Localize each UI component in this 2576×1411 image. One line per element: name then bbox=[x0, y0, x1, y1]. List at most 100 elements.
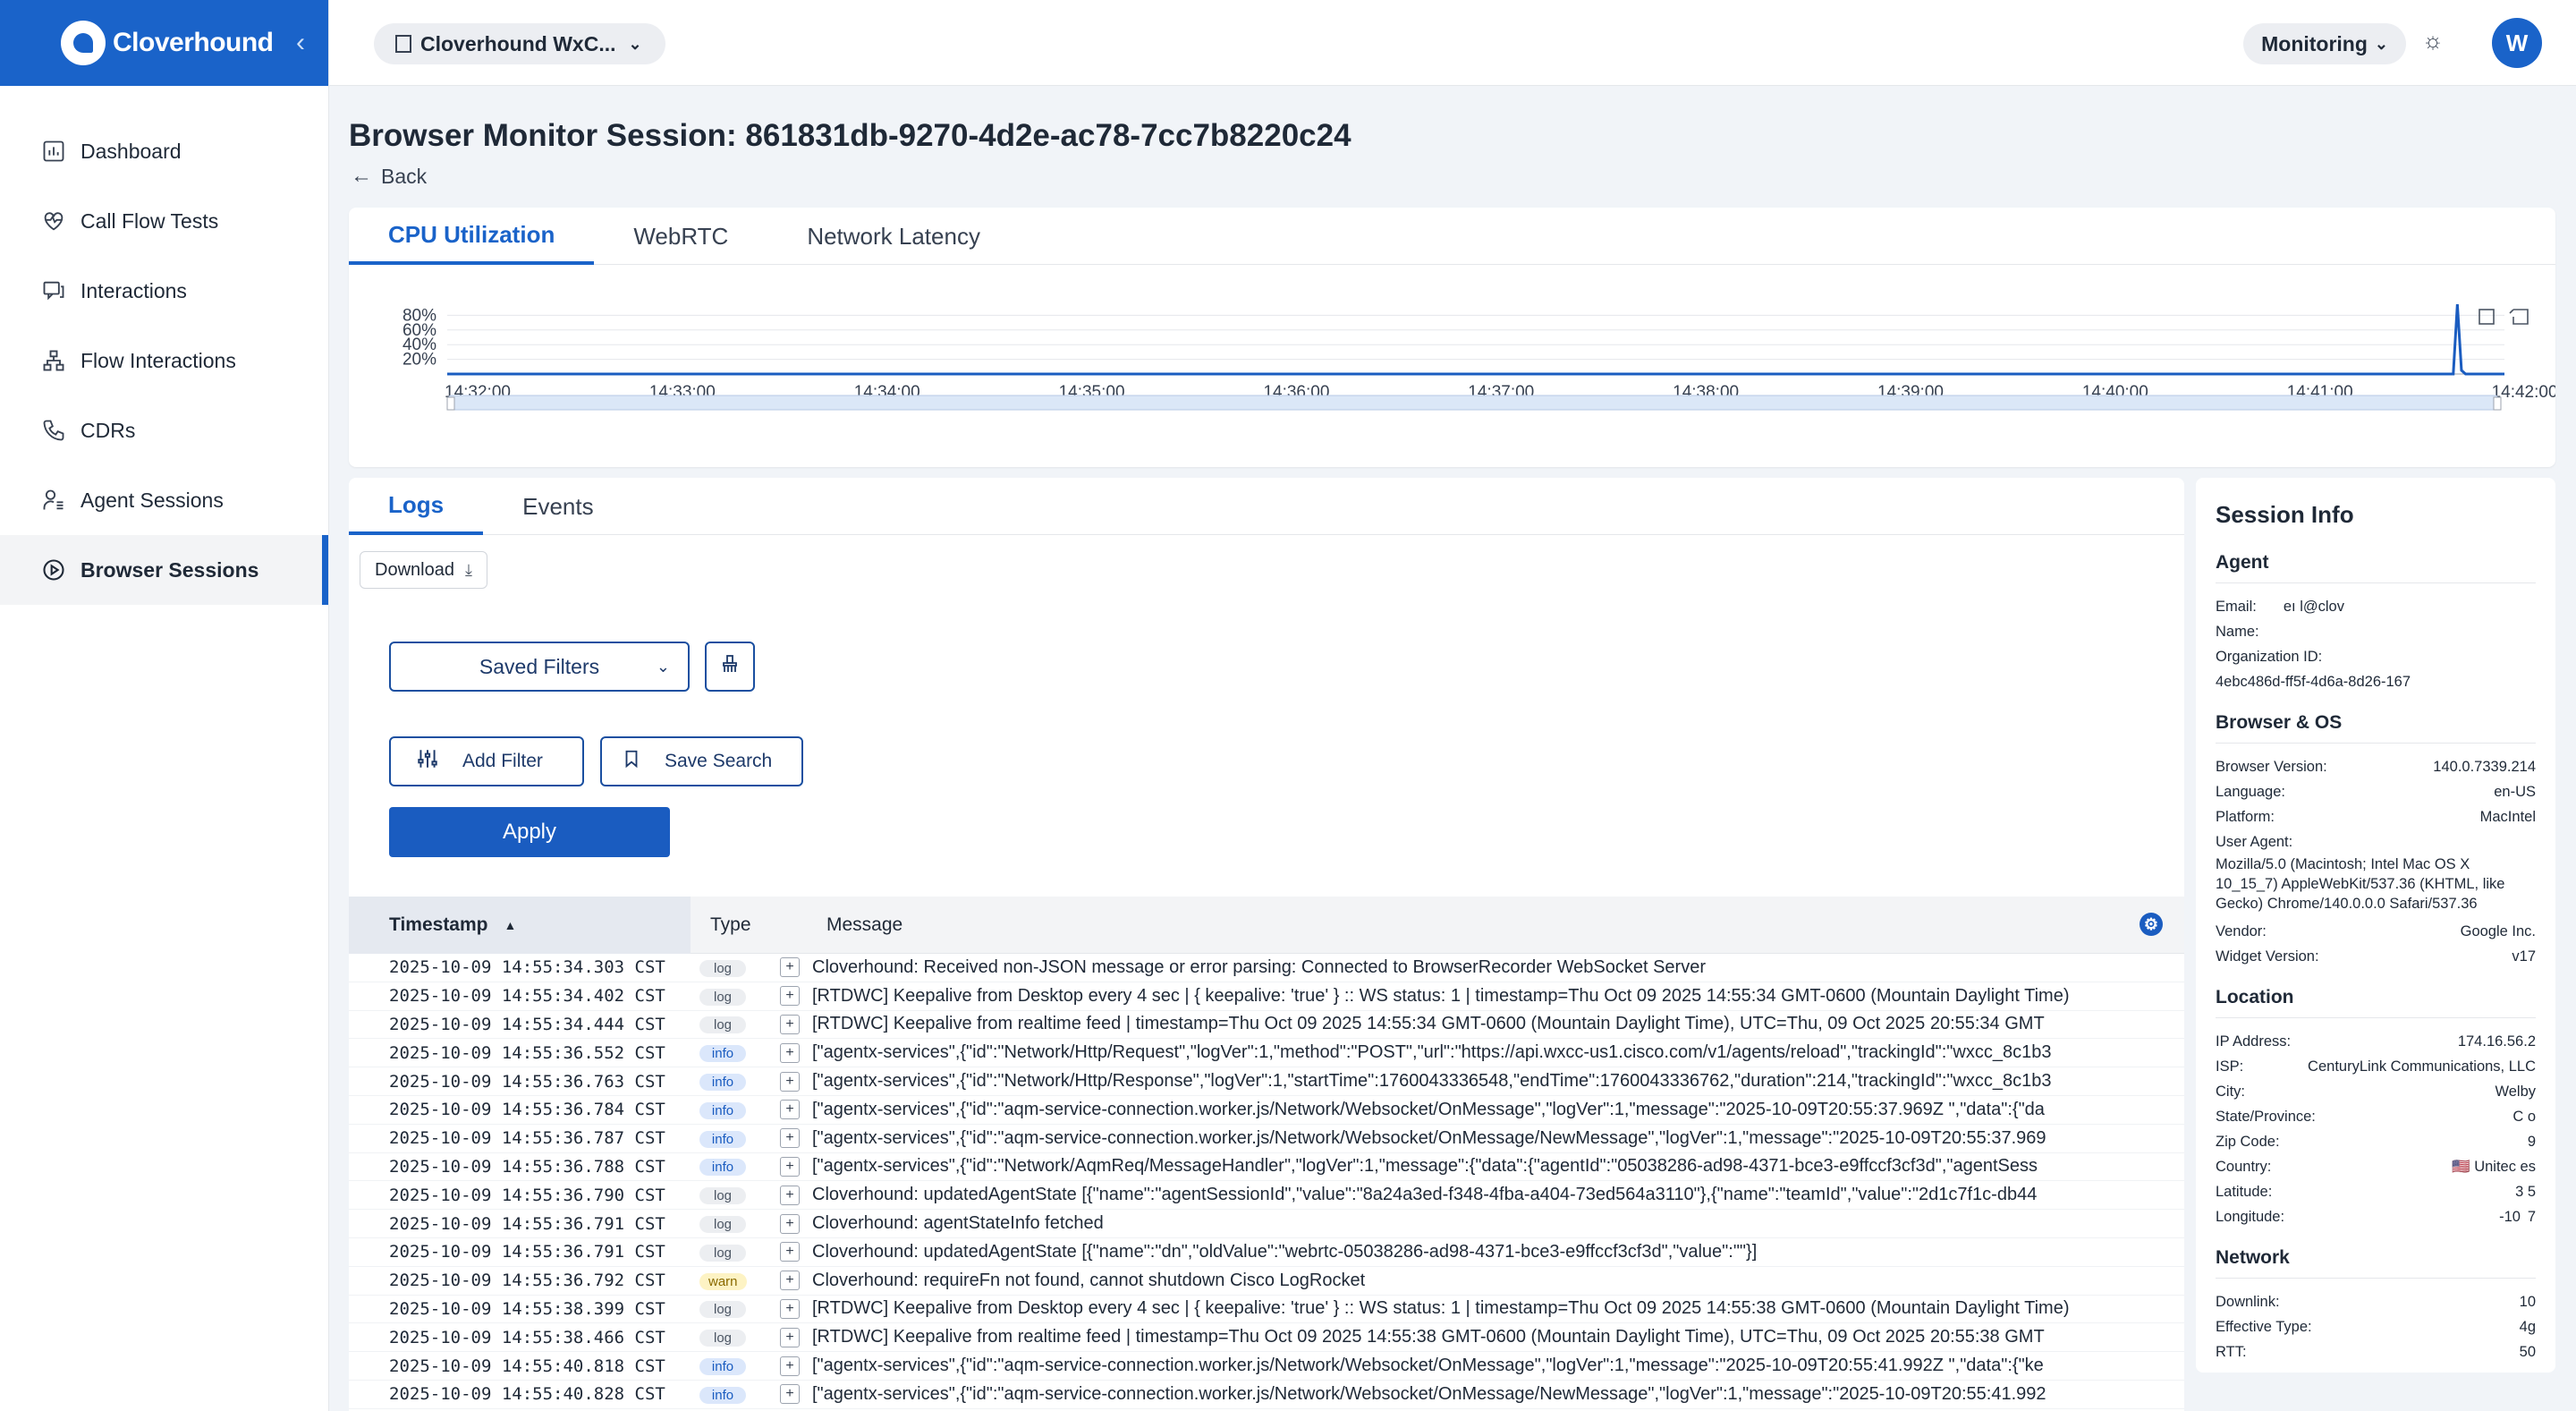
table-row[interactable]: 2025-10-09 14:55:38.399 CST log + [RTDWC] K… bbox=[349, 1296, 2184, 1324]
info-value: CenturyLink Communications, LLC bbox=[2308, 1058, 2536, 1075]
sidebar-item-browser-sessions[interactable]: Browser Sessions bbox=[0, 535, 328, 605]
timestamp-cell: 2025-10-09 14:55:38.466 CST bbox=[389, 1327, 665, 1347]
clear-filters-button[interactable] bbox=[705, 642, 755, 692]
type-cell: info bbox=[699, 1156, 780, 1177]
message-column-header[interactable]: Message bbox=[826, 914, 902, 936]
expand-row-icon[interactable]: + bbox=[780, 1185, 800, 1205]
session-info-card: Session Info Agent Email: eı l@clov Name… bbox=[2196, 478, 2555, 1373]
sidebar-item-label: CDRs bbox=[80, 418, 136, 442]
save-search-button[interactable]: Save Search bbox=[600, 736, 803, 786]
timestamp-cell: 2025-10-09 14:55:36.790 CST bbox=[389, 1185, 665, 1205]
expand-row-icon[interactable]: + bbox=[780, 1156, 800, 1177]
apply-button[interactable]: Apply bbox=[389, 807, 670, 857]
cloverhound-logo-icon bbox=[61, 21, 106, 65]
zoom-icon bbox=[2479, 309, 2495, 325]
add-filter-button[interactable]: Add Filter bbox=[389, 736, 584, 786]
expand-row-icon[interactable]: + bbox=[780, 1384, 800, 1405]
sun-icon[interactable]: ☼ bbox=[2422, 27, 2444, 55]
monitoring-menu[interactable]: Monitoring ⌄ bbox=[2243, 23, 2406, 64]
expand-row-icon[interactable]: + bbox=[780, 1327, 800, 1347]
table-row[interactable]: 2025-10-09 14:55:36.784 CST info + ["agentx… bbox=[349, 1096, 2184, 1125]
gear-icon[interactable]: ⚙ bbox=[2140, 913, 2163, 936]
tab-cpu-utilization[interactable]: CPU Utilization bbox=[349, 208, 595, 265]
expand-row-icon[interactable]: + bbox=[780, 986, 800, 1007]
sidebar-item-label: Browser Sessions bbox=[80, 557, 259, 582]
type-badge: log bbox=[699, 1244, 746, 1262]
type-cell: info bbox=[699, 1042, 780, 1063]
broom-icon bbox=[719, 653, 741, 680]
info-label: Country: bbox=[2216, 1158, 2272, 1175]
type-cell: info bbox=[699, 1128, 780, 1149]
table-row[interactable]: 2025-10-09 14:55:36.790 CST log + Cloverhou… bbox=[349, 1181, 2184, 1211]
saved-filters-select[interactable]: Saved Filters ⌄ bbox=[389, 642, 690, 692]
browser-section-title: Browser & OS bbox=[2216, 712, 2536, 744]
expand-row-icon[interactable]: + bbox=[780, 1100, 800, 1120]
expand-row-icon[interactable]: + bbox=[780, 957, 800, 978]
info-label: RTT: bbox=[2216, 1343, 2247, 1360]
table-row[interactable]: 2025-10-09 14:55:34.402 CST log + [RTDWC] K… bbox=[349, 982, 2184, 1011]
download-button[interactable]: Download ⤓ bbox=[360, 551, 487, 589]
avatar[interactable]: W bbox=[2492, 18, 2542, 68]
info-value: C o bbox=[2512, 1108, 2536, 1125]
location-section-title: Location bbox=[2216, 987, 2536, 1018]
table-row[interactable]: 2025-10-09 14:55:36.787 CST info + ["agentx… bbox=[349, 1125, 2184, 1153]
type-badge: info bbox=[699, 1130, 746, 1148]
table-row[interactable]: 2025-10-09 14:55:34.303 CST log + Cloverhou… bbox=[349, 954, 2184, 982]
expand-row-icon[interactable]: + bbox=[780, 1271, 800, 1291]
tab-logs[interactable]: Logs bbox=[349, 478, 484, 535]
expand-row-icon[interactable]: + bbox=[780, 1298, 800, 1319]
table-row[interactable]: 2025-10-09 14:55:36.788 CST info + ["agentx… bbox=[349, 1153, 2184, 1182]
type-badge: info bbox=[699, 1101, 746, 1119]
expand-row-icon[interactable]: + bbox=[780, 1014, 800, 1034]
cpu-utilization-chart: 80%60%40%20%14:32:00 14:33:00 14:34:00 14:3… bbox=[402, 304, 2555, 411]
table-row[interactable]: 2025-10-09 14:55:36.792 CST warn + Cloverho… bbox=[349, 1267, 2184, 1296]
top-bar: Cloverhound WxC... ⌄ Monitoring ⌄ ☼ W bbox=[329, 0, 2576, 86]
heart-pulse-icon bbox=[39, 207, 68, 235]
expand-row-icon[interactable]: + bbox=[780, 1042, 800, 1063]
brand-name: Cloverhound bbox=[113, 28, 274, 57]
tab-webrtc[interactable]: WebRTC bbox=[594, 208, 767, 265]
collapse-sidebar-icon[interactable]: ‹ bbox=[296, 28, 305, 58]
type-column-header[interactable]: Type bbox=[691, 914, 807, 936]
table-row[interactable]: 2025-10-09 14:55:40.828 CST info + ["agentx… bbox=[349, 1381, 2184, 1409]
sidebar-item-label: Call Flow Tests bbox=[80, 208, 219, 233]
info-label: Longitude: bbox=[2216, 1208, 2285, 1225]
table-row[interactable]: 2025-10-09 14:55:36.552 CST info + ["agentx… bbox=[349, 1039, 2184, 1068]
type-badge: log bbox=[699, 1216, 746, 1234]
type-badge: info bbox=[699, 1074, 746, 1092]
organization-select[interactable]: Cloverhound WxC... ⌄ bbox=[374, 23, 665, 64]
expand-row-icon[interactable]: + bbox=[780, 1213, 800, 1234]
sidebar-item-interactions[interactable]: Interactions bbox=[0, 256, 328, 326]
log-table-header: Timestamp ▲ Type Message ⚙ bbox=[349, 896, 2184, 954]
table-row[interactable]: 2025-10-09 14:55:40.818 CST info + ["agentx… bbox=[349, 1352, 2184, 1381]
timestamp-column-header[interactable]: Timestamp ▲ bbox=[349, 896, 691, 954]
tab-events[interactable]: Events bbox=[483, 478, 633, 535]
table-row[interactable]: 2025-10-09 14:55:38.466 CST log + [RTDWC] K… bbox=[349, 1323, 2184, 1353]
message-cell: [RTDWC] Keepalive from Desktop every 4 s… bbox=[812, 985, 2070, 1006]
browser-rows-2: Vendor: Google Inc. Widget Version: v17 bbox=[2216, 919, 2536, 969]
sidebar-item-agent-sessions[interactable]: Agent Sessions bbox=[0, 465, 328, 535]
arrow-left-icon: ← bbox=[351, 164, 372, 188]
sidebar-item-dashboard[interactable]: Dashboard bbox=[0, 116, 328, 186]
expand-row-icon[interactable]: + bbox=[780, 1356, 800, 1376]
zoom-handle-left bbox=[446, 396, 455, 411]
network-rows: Downlink: 10 Effective Type: 4g RTT: 50 bbox=[2216, 1289, 2536, 1364]
sidebar-item-call-flow-tests[interactable]: Call Flow Tests bbox=[0, 186, 328, 256]
sidebar-item-label: Agent Sessions bbox=[80, 488, 224, 512]
page-title: Browser Monitor Session: 861831db-9270-4… bbox=[349, 118, 1352, 153]
agent-section-title: Agent bbox=[2216, 552, 2536, 583]
message-cell: ["agentx-services",{"id":"aqm-service-co… bbox=[812, 1383, 2046, 1404]
expand-row-icon[interactable]: + bbox=[780, 1242, 800, 1262]
expand-row-icon[interactable]: + bbox=[780, 1071, 800, 1092]
log-rows: 2025-10-09 14:55:34.303 CST log + Cloverhou… bbox=[349, 954, 2184, 1409]
info-value: -10 7 bbox=[2499, 1208, 2536, 1225]
back-link[interactable]: ← Back bbox=[351, 164, 427, 189]
table-row[interactable]: 2025-10-09 14:55:34.444 CST log + [RTDWC] K… bbox=[349, 1011, 2184, 1040]
table-row[interactable]: 2025-10-09 14:55:36.791 CST log + Cloverhou… bbox=[349, 1238, 2184, 1267]
table-row[interactable]: 2025-10-09 14:55:36.791 CST log + Cloverhou… bbox=[349, 1210, 2184, 1238]
sidebar-item-flow-interactions[interactable]: Flow Interactions bbox=[0, 326, 328, 395]
table-row[interactable]: 2025-10-09 14:55:36.763 CST info + ["agentx… bbox=[349, 1067, 2184, 1096]
tab-network-latency[interactable]: Network Latency bbox=[767, 208, 1020, 265]
expand-row-icon[interactable]: + bbox=[780, 1128, 800, 1149]
sidebar-item-cdrs[interactable]: CDRs bbox=[0, 395, 328, 465]
